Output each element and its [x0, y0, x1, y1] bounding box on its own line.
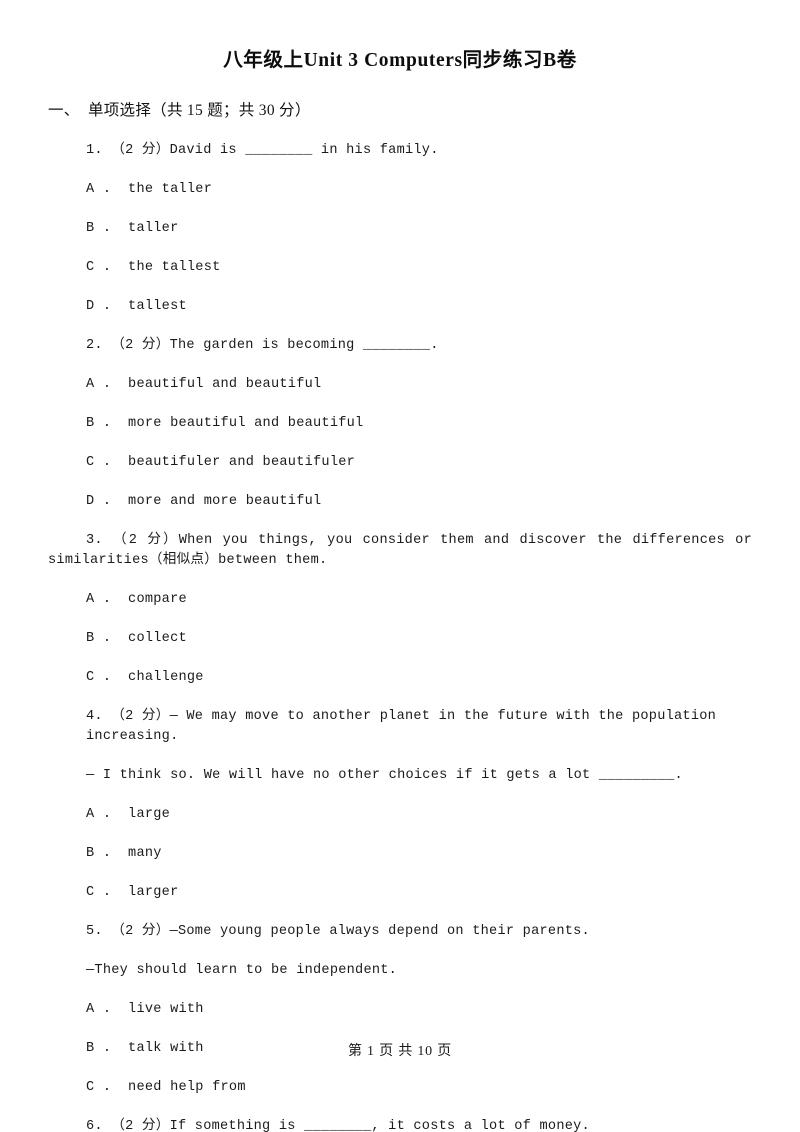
document-page: 八年级上Unit 3 Computers同步练习B卷 一、 单项选择（共 15 …	[0, 0, 800, 1132]
option-c[interactable]: C . beautifuler and beautifuler	[48, 453, 752, 473]
question-stem-continuation: — I think so. We will have no other choi…	[86, 768, 683, 783]
question-stem: 1. （2 分）David is ________ in his family.	[86, 143, 439, 158]
option-c[interactable]: C . the tallest	[48, 258, 752, 278]
option-b[interactable]: B . collect	[48, 629, 752, 649]
document-body: 一、 单项选择（共 15 题；共 30 分） 1. （2 分）David is …	[0, 100, 800, 1132]
page-footer: 第 1 页 共 10 页	[347, 1044, 453, 1059]
question-stem: 4. （2 分）— We may move to another planet …	[86, 709, 717, 744]
option-b[interactable]: B . more beautiful and beautiful	[48, 414, 752, 434]
option-c[interactable]: C . challenge	[48, 668, 752, 688]
question-block-2: 2. （2 分）The garden is becoming ________.…	[48, 336, 752, 512]
question-block-6: 6. （2 分）If something is ________, it cos…	[48, 1117, 752, 1132]
question-block-1: 1. （2 分）David is ________ in his family.…	[48, 141, 752, 317]
option-a[interactable]: A . the taller	[48, 180, 752, 200]
option-d[interactable]: D . tallest	[48, 297, 752, 317]
question-stem-continuation: —They should learn to be independent.	[86, 963, 398, 978]
question-stem: 6. （2 分）If something is ________, it cos…	[86, 1119, 590, 1132]
question-block-4: 4. （2 分）— We may move to another planet …	[48, 707, 752, 903]
question-block-5: 5. （2 分）—Some young people always depend…	[48, 922, 752, 1098]
option-d[interactable]: D . more and more beautiful	[48, 492, 752, 512]
question-stem: 3. （2 分）When you things, you consider th…	[48, 533, 752, 568]
question-stem: 2. （2 分）The garden is becoming ________.	[86, 338, 439, 353]
option-a[interactable]: A . live with	[48, 1000, 752, 1020]
question-stem: 5. （2 分）—Some young people always depend…	[86, 924, 590, 939]
option-b[interactable]: B . taller	[48, 219, 752, 239]
option-c[interactable]: C . larger	[48, 883, 752, 903]
question-block-3: 3. （2 分）When you things, you consider th…	[48, 531, 752, 688]
option-b[interactable]: B . many	[48, 844, 752, 864]
section-heading: 一、 单项选择（共 15 题；共 30 分）	[48, 102, 311, 119]
option-a[interactable]: A . large	[48, 805, 752, 825]
option-a[interactable]: A . compare	[48, 590, 752, 610]
option-c[interactable]: C . need help from	[48, 1078, 752, 1098]
option-a[interactable]: A . beautiful and beautiful	[48, 375, 752, 395]
page-title: 八年级上Unit 3 Computers同步练习B卷	[223, 50, 577, 71]
